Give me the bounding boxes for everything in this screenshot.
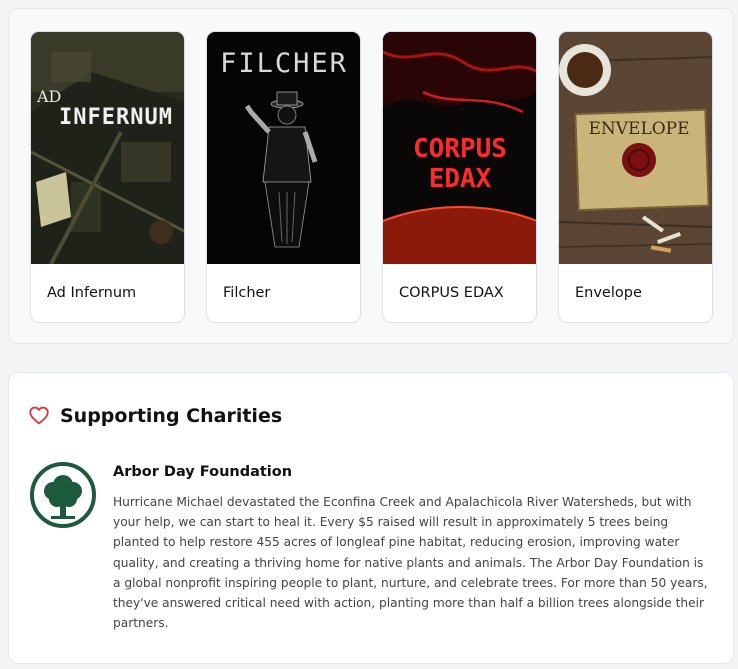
supporting-charities-panel: Supporting Charities Arbor Day Foundatio…: [8, 372, 734, 664]
ad-infernum-art-text-main: INFERNUM: [59, 105, 173, 130]
game-card-envelope[interactable]: ENVELOPE Envelope: [558, 31, 713, 323]
charity-name: Arbor Day Foundation: [113, 464, 293, 480]
game-title: CORPUS EDAX: [399, 285, 504, 301]
envelope-art-text: ENVELOPE: [588, 119, 689, 139]
game-art-filcher: FILCHER: [207, 32, 360, 264]
game-card-filcher[interactable]: FILCHER Filcher: [206, 31, 361, 323]
section-title: Supporting Charities: [60, 405, 283, 427]
game-card-corpus-edax[interactable]: CORPUS EDAX CORPUS EDAX: [382, 31, 537, 323]
games-panel: AD INFERNUM Ad Infernum FILCHER Filcher …: [8, 8, 734, 344]
game-art-ad-infernum: AD INFERNUM: [31, 32, 184, 264]
charity-description: Hurricane Michael devastated the Econfin…: [113, 495, 708, 631]
corpus-edax-art-text-1: CORPUS: [413, 134, 507, 164]
game-title: Envelope: [575, 285, 642, 301]
game-title: Filcher: [223, 285, 271, 301]
tree-icon: [30, 462, 96, 528]
game-title: Ad Infernum: [47, 285, 137, 301]
game-art-corpus-edax: CORPUS EDAX: [383, 32, 536, 264]
ad-infernum-art-text-ad: AD: [36, 87, 61, 106]
game-card-ad-infernum[interactable]: AD INFERNUM Ad Infernum: [30, 31, 185, 323]
heart-icon: [29, 406, 49, 425]
game-art-envelope: ENVELOPE: [559, 32, 712, 264]
filcher-art-text: FILCHER: [220, 48, 348, 79]
corpus-edax-art-text-2: EDAX: [429, 164, 492, 194]
